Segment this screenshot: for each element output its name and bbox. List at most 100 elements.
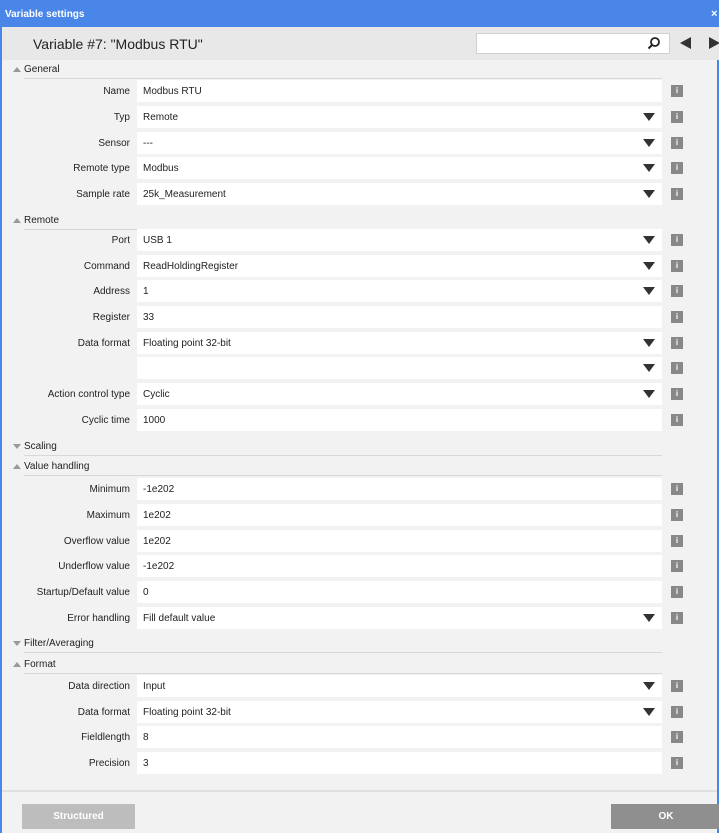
sensor-value: ---	[143, 138, 153, 149]
data-direction-select[interactable]: Input	[137, 675, 662, 697]
search-icon[interactable]	[647, 36, 661, 50]
section-filter-averaging[interactable]: Filter/Averaging	[2, 635, 662, 653]
ok-button[interactable]: OK	[611, 804, 719, 829]
info-icon[interactable]: i	[671, 285, 683, 297]
cyclic-time-field[interactable]: 1000	[137, 409, 662, 431]
underflow-value-field[interactable]: -1e202	[137, 555, 662, 577]
section-divider	[24, 673, 662, 674]
info-icon[interactable]: i	[671, 414, 683, 426]
structured-button[interactable]: Structured	[22, 804, 135, 829]
section-divider	[24, 455, 662, 456]
section-filter-label: Filter/Averaging	[24, 638, 94, 649]
previous-variable-icon[interactable]	[680, 37, 691, 49]
search-input[interactable]	[476, 33, 670, 54]
chevron-down-icon	[643, 164, 655, 172]
info-icon[interactable]: i	[671, 137, 683, 149]
underflow-value-value: -1e202	[143, 561, 175, 572]
remote-type-select[interactable]: Modbus	[137, 157, 662, 179]
address-select[interactable]: 1	[137, 280, 662, 302]
format-data-format-select[interactable]: Floating point 32-bit	[137, 701, 662, 723]
info-icon[interactable]: i	[671, 111, 683, 123]
info-icon[interactable]: i	[671, 234, 683, 246]
cyclic-time-value: 1000	[143, 415, 166, 426]
section-general[interactable]: General	[2, 61, 662, 79]
info-icon[interactable]: i	[671, 162, 683, 174]
precision-label: Precision	[88, 758, 130, 769]
data-direction-label: Data direction	[68, 681, 130, 692]
variable-title: Variable #7: "Modbus RTU"	[33, 36, 203, 52]
sample-rate-select[interactable]: 25k_Measurement	[137, 183, 662, 205]
register-field[interactable]: 33	[137, 306, 662, 328]
command-select[interactable]: ReadHoldingRegister	[137, 255, 662, 277]
port-select[interactable]: USB 1	[137, 229, 662, 251]
remote-data-format-select[interactable]: Floating point 32-bit	[137, 332, 662, 354]
action-control-type-label: Action control type	[47, 389, 130, 400]
info-icon[interactable]: i	[671, 612, 683, 624]
name-field[interactable]: Modbus RTU	[137, 80, 662, 102]
section-format-label: Format	[24, 659, 56, 670]
maximum-field[interactable]: 1e202	[137, 504, 662, 526]
command-label: Command	[83, 261, 130, 272]
remote-type-value: Modbus	[143, 163, 179, 174]
info-icon[interactable]: i	[671, 586, 683, 598]
settings-panel: General Name Modbus RTU i Typ Remote i S…	[2, 60, 717, 790]
section-format[interactable]: Format	[2, 656, 662, 674]
collapse-icon	[13, 67, 21, 72]
error-handling-value: Fill default value	[143, 613, 216, 624]
overflow-value-label: Overflow value	[63, 536, 130, 547]
minimum-field[interactable]: -1e202	[137, 478, 662, 500]
typ-select[interactable]: Remote	[137, 106, 662, 128]
section-scaling[interactable]: Scaling	[2, 438, 662, 456]
sample-rate-value: 25k_Measurement	[143, 189, 226, 200]
chevron-down-icon	[643, 708, 655, 716]
error-handling-select[interactable]: Fill default value	[137, 607, 662, 629]
info-icon[interactable]: i	[671, 85, 683, 97]
section-value-handling[interactable]: Value handling	[2, 458, 662, 476]
precision-value: 3	[143, 758, 149, 769]
info-icon[interactable]: i	[671, 362, 683, 374]
typ-label: Typ	[113, 112, 130, 123]
info-icon[interactable]: i	[671, 388, 683, 400]
chevron-down-icon	[643, 390, 655, 398]
next-variable-icon[interactable]	[709, 37, 719, 49]
section-value-handling-label: Value handling	[24, 461, 90, 472]
info-icon[interactable]: i	[671, 509, 683, 521]
sensor-select[interactable]: ---	[137, 132, 662, 154]
info-icon[interactable]: i	[671, 706, 683, 718]
window-titlebar: Variable settings ×	[0, 0, 719, 27]
precision-field[interactable]: 3	[137, 752, 662, 774]
info-icon[interactable]: i	[671, 337, 683, 349]
close-icon[interactable]: ×	[711, 8, 719, 18]
action-control-type-select[interactable]: Cyclic	[137, 383, 662, 405]
chevron-down-icon	[643, 339, 655, 347]
remote-data-format-value: Floating point 32-bit	[143, 338, 231, 349]
chevron-down-icon	[643, 614, 655, 622]
info-icon[interactable]: i	[671, 483, 683, 495]
remote-data-format-label: Data format	[77, 338, 130, 349]
info-icon[interactable]: i	[671, 260, 683, 272]
info-icon[interactable]: i	[671, 731, 683, 743]
section-remote[interactable]: Remote	[2, 212, 662, 230]
section-general-label: General	[24, 64, 60, 75]
chevron-down-icon	[643, 236, 655, 244]
info-icon[interactable]: i	[671, 188, 683, 200]
action-control-type-value: Cyclic	[143, 389, 170, 400]
info-icon[interactable]: i	[671, 680, 683, 692]
error-handling-label: Error handling	[67, 613, 130, 624]
collapse-icon	[13, 464, 21, 469]
name-value: Modbus RTU	[143, 86, 202, 97]
chevron-down-icon	[643, 287, 655, 295]
section-divider	[24, 475, 662, 476]
cyclic-time-label: Cyclic time	[81, 415, 130, 426]
info-icon[interactable]: i	[671, 560, 683, 572]
info-icon[interactable]: i	[671, 311, 683, 323]
chevron-down-icon	[643, 139, 655, 147]
unnamed-select[interactable]	[137, 357, 662, 379]
info-icon[interactable]: i	[671, 535, 683, 547]
overflow-value-field[interactable]: 1e202	[137, 530, 662, 552]
startup-default-field[interactable]: 0	[137, 581, 662, 603]
section-divider	[24, 78, 662, 79]
info-icon[interactable]: i	[671, 757, 683, 769]
fieldlength-field[interactable]: 8	[137, 726, 662, 748]
overflow-value-value: 1e202	[143, 536, 171, 547]
